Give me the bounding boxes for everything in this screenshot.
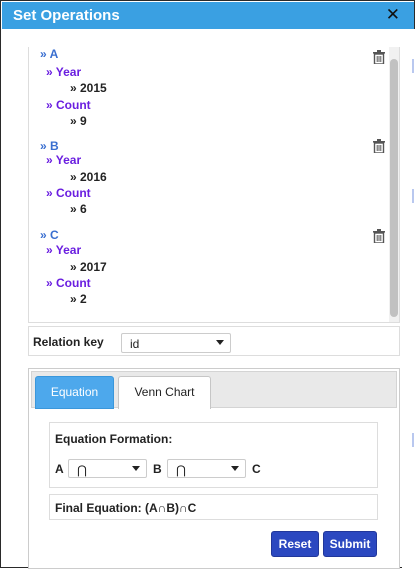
tab-venn-chart[interactable]: Venn Chart	[118, 376, 211, 409]
operator-2-value: ⋂	[176, 463, 186, 477]
operator-select-1[interactable]: ⋂	[68, 459, 147, 478]
chevron-down-icon	[231, 466, 239, 471]
dialog-title: Set Operations	[13, 7, 120, 24]
set-value: » 2015	[70, 81, 107, 95]
edge-mark	[412, 189, 414, 203]
set-name: » B	[40, 139, 59, 153]
reset-button[interactable]: Reset	[271, 531, 319, 557]
operations-panel: Equation Venn Chart Equation Formation: …	[28, 368, 400, 569]
relation-key-row: Relation key id	[28, 326, 400, 356]
chevron-down-icon	[216, 340, 224, 345]
trash-icon[interactable]	[373, 229, 385, 243]
relation-key-value: id	[130, 337, 140, 351]
relation-key-label: Relation key	[33, 335, 104, 349]
sets-list: » A » Year » 2015 » Count » 9 » B » Year…	[28, 47, 400, 323]
set-key: » Count	[46, 186, 91, 200]
set-name: » A	[40, 47, 59, 61]
list-scrollbar[interactable]	[389, 47, 399, 322]
final-equation-box: Final Equation: (A∩B)∩C	[49, 494, 378, 520]
set-key: » Count	[46, 276, 91, 290]
operand-c: C	[252, 462, 261, 476]
background-page-edge	[402, 29, 415, 568]
operand-b: B	[153, 462, 162, 476]
set-key: » Count	[46, 98, 91, 112]
set-key: » Year	[46, 153, 82, 167]
tab-bar: Equation Venn Chart	[31, 371, 397, 409]
set-name: » C	[40, 228, 59, 242]
dialog-titlebar: Set Operations ✕	[2, 2, 414, 29]
set-key: » Year	[46, 65, 82, 79]
relation-key-select[interactable]: id	[121, 333, 231, 353]
close-icon[interactable]: ✕	[386, 5, 400, 25]
edge-mark	[412, 433, 414, 447]
set-value: » 2017	[70, 260, 107, 274]
set-value: » 9	[70, 114, 87, 128]
set-value: » 2016	[70, 170, 107, 184]
trash-icon[interactable]	[373, 139, 385, 153]
scrollbar-thumb[interactable]	[390, 59, 398, 317]
set-value: » 6	[70, 202, 87, 216]
operator-select-2[interactable]: ⋂	[167, 459, 246, 478]
operand-a: A	[55, 462, 64, 476]
submit-button[interactable]: Submit	[323, 531, 377, 557]
set-value: » 2	[70, 292, 87, 306]
operator-1-value: ⋂	[77, 463, 87, 477]
trash-icon[interactable]	[373, 50, 385, 64]
tab-equation[interactable]: Equation	[35, 376, 114, 409]
set-key: » Year	[46, 243, 82, 257]
final-equation: Final Equation: (A∩B)∩C	[55, 501, 197, 515]
set-operations-dialog: Set Operations ✕ » A » Year » 2015 » Cou…	[0, 0, 415, 569]
chevron-down-icon	[132, 466, 140, 471]
edge-mark	[412, 59, 414, 73]
equation-formation-box: Equation Formation: A ⋂ B ⋂ C	[49, 422, 378, 488]
equation-formation-title: Equation Formation:	[55, 432, 173, 446]
